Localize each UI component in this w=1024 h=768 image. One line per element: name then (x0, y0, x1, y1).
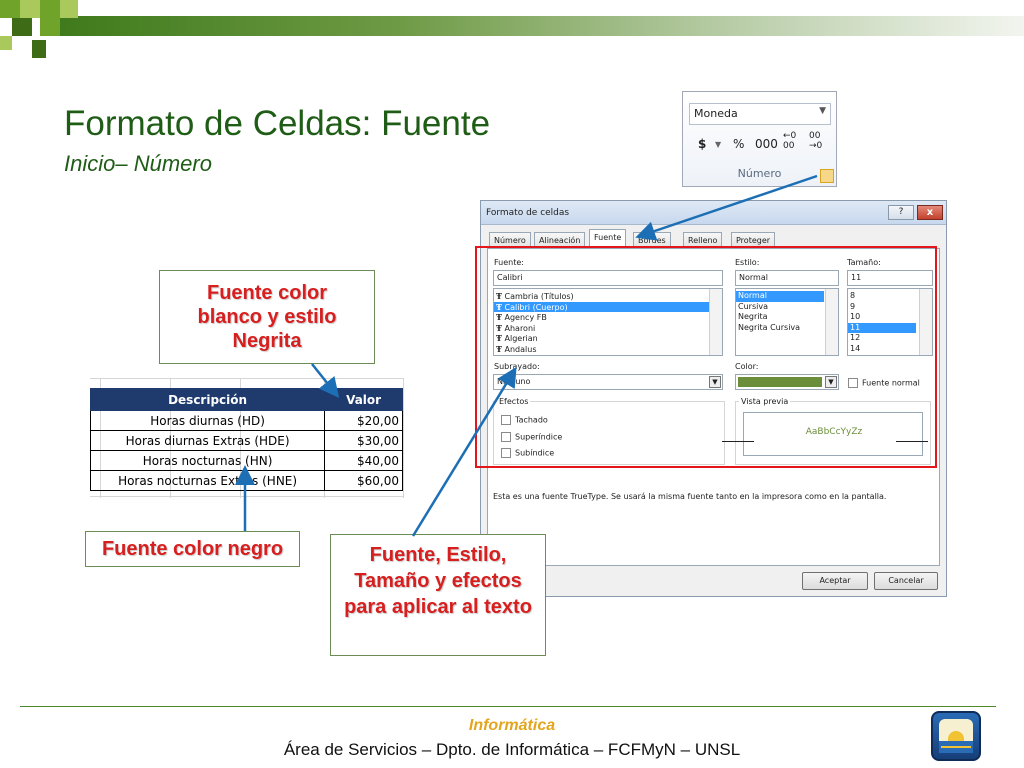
footer-subtitle: Área de Servicios – Dpto. de Informática… (283, 740, 741, 759)
footer-divider (20, 706, 996, 707)
sun-shield-icon (939, 719, 973, 753)
arrow-to-dialog (635, 174, 818, 241)
callout-arrows (235, 174, 818, 537)
footer-title: Informática (468, 717, 556, 734)
university-logo (931, 711, 981, 761)
arrow-to-header (311, 363, 340, 398)
arrow-to-font-settings (411, 366, 517, 537)
